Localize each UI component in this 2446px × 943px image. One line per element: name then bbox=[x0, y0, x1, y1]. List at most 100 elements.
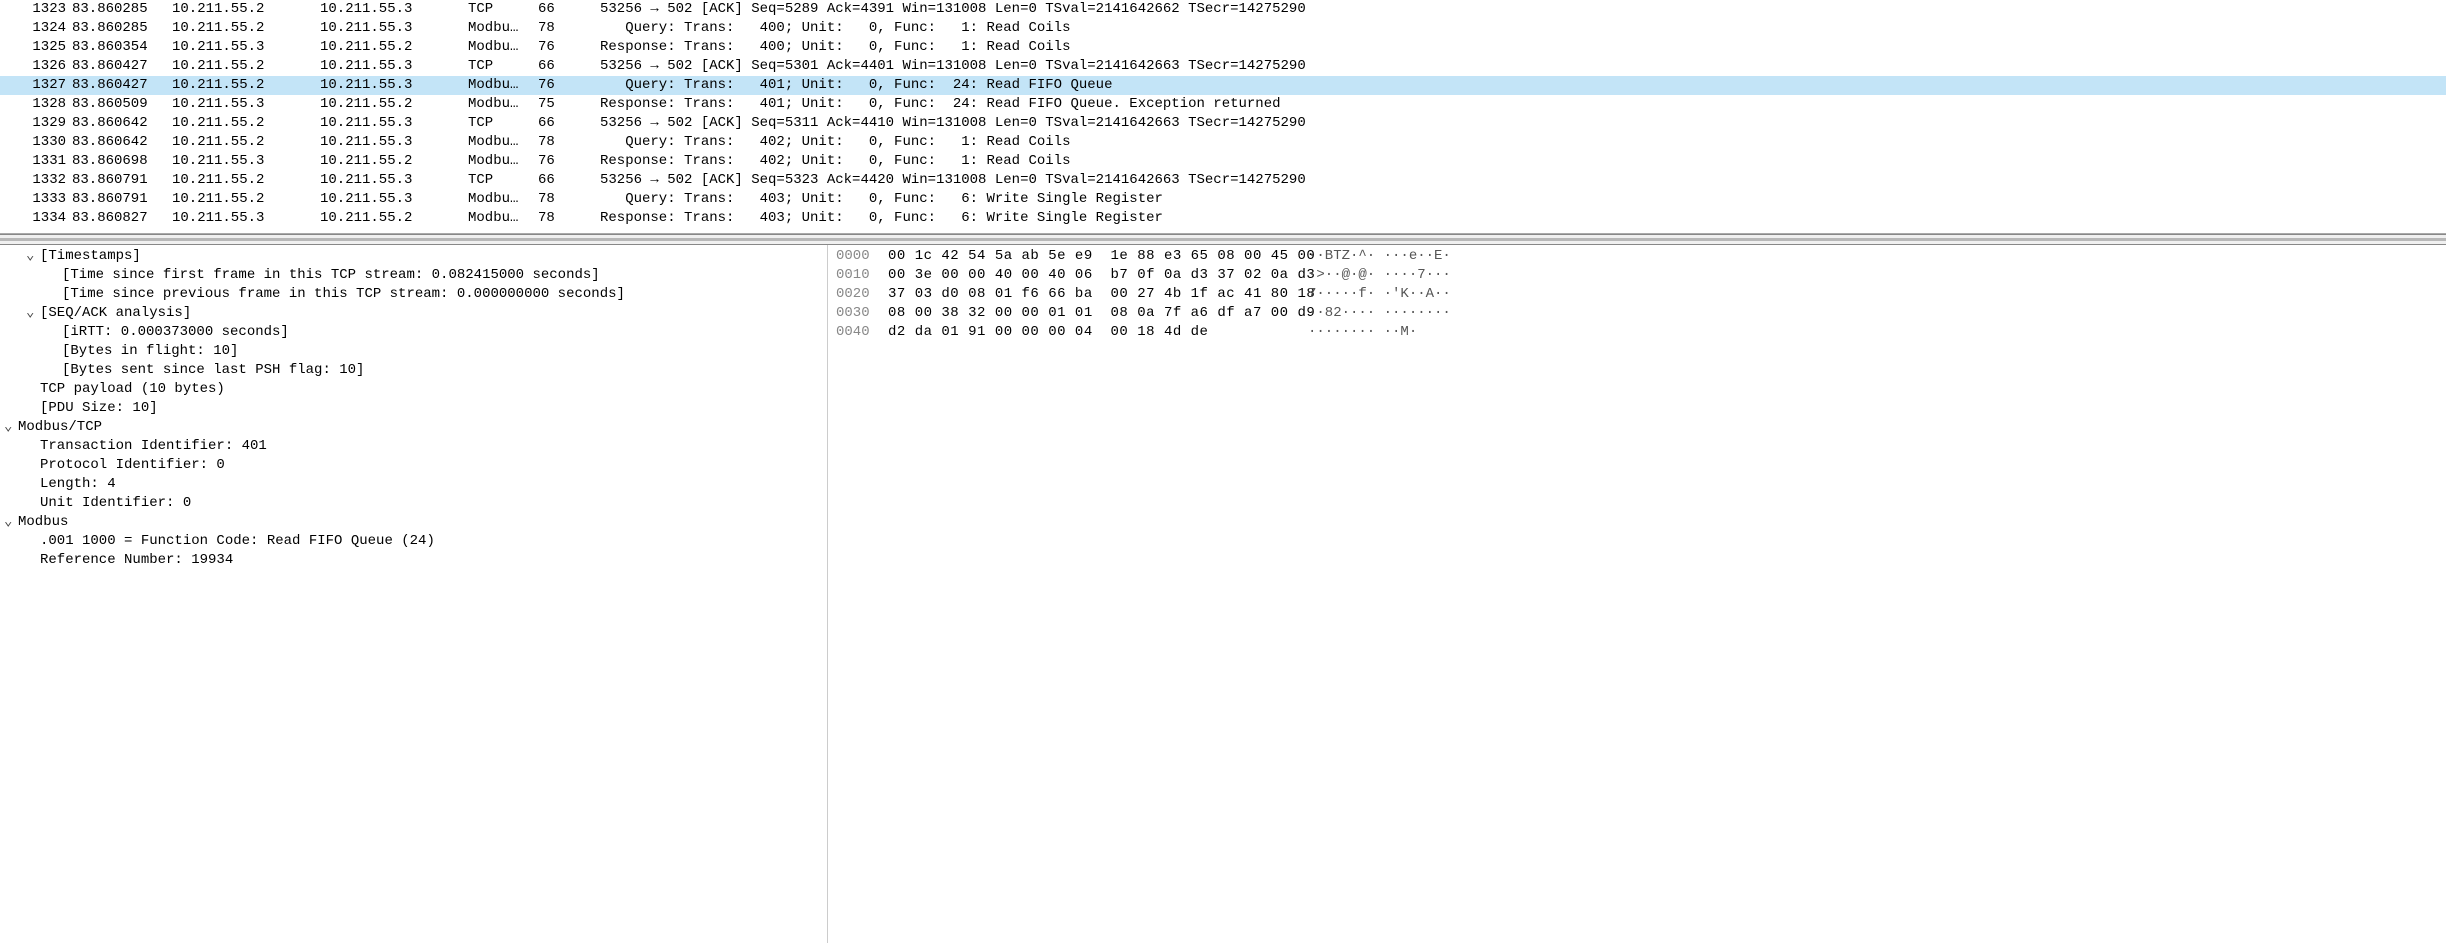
tree-item-label: [PDU Size: 10] bbox=[40, 400, 158, 416]
tree-item[interactable]: Protocol Identifier: 0 bbox=[0, 456, 827, 475]
packet-row[interactable]: 132883.86050910.211.55.310.211.55.2Modbu… bbox=[0, 95, 2446, 114]
packet-destination: 10.211.55.3 bbox=[320, 133, 468, 152]
tree-item[interactable]: .001 1000 = Function Code: Read FIFO Que… bbox=[0, 532, 827, 551]
tree-item[interactable]: [Bytes sent since last PSH flag: 10] bbox=[0, 361, 827, 380]
tree-item-label: .001 1000 = Function Code: Read FIFO Que… bbox=[40, 533, 435, 549]
hex-ascii: ··BTZ·^· ···e··E· bbox=[1308, 247, 1451, 266]
chevron-down-icon[interactable]: ⌄ bbox=[4, 513, 18, 532]
packet-no: 1327 bbox=[6, 76, 72, 95]
packet-no: 1330 bbox=[6, 133, 72, 152]
packet-source: 10.211.55.3 bbox=[172, 209, 320, 228]
packet-destination: 10.211.55.3 bbox=[320, 76, 468, 95]
packet-row[interactable]: 132983.86064210.211.55.210.211.55.3TCP66… bbox=[0, 114, 2446, 133]
hex-row[interactable]: 003008 00 38 32 00 00 01 01 08 0a 7f a6 … bbox=[828, 304, 2446, 323]
packet-row[interactable]: 133083.86064210.211.55.210.211.55.3Modbu… bbox=[0, 133, 2446, 152]
tree-item-label: Length: 4 bbox=[40, 476, 116, 492]
tree-item[interactable]: [Time since previous frame in this TCP s… bbox=[0, 285, 827, 304]
packet-destination: 10.211.55.3 bbox=[320, 171, 468, 190]
tree-item-label: Modbus/TCP bbox=[18, 419, 102, 435]
packet-list[interactable]: 132383.86028510.211.55.210.211.55.3TCP66… bbox=[0, 0, 2446, 234]
hex-bytes: 08 00 38 32 00 00 01 01 08 0a 7f a6 df a… bbox=[888, 304, 1308, 323]
packet-info: 53256 → 502 [ACK] Seq=5323 Ack=4420 Win=… bbox=[600, 171, 2440, 190]
tree-item[interactable]: ⌄Modbus bbox=[0, 513, 827, 532]
chevron-down-icon[interactable]: ⌄ bbox=[26, 247, 40, 266]
packet-no: 1328 bbox=[6, 95, 72, 114]
tree-item-label: Protocol Identifier: 0 bbox=[40, 457, 225, 473]
tree-item-label: [Time since previous frame in this TCP s… bbox=[62, 286, 625, 302]
packet-no: 1323 bbox=[6, 0, 72, 19]
packet-bytes-hex[interactable]: 000000 1c 42 54 5a ab 5e e9 1e 88 e3 65 … bbox=[828, 245, 2446, 943]
packet-row[interactable]: 132583.86035410.211.55.310.211.55.2Modbu… bbox=[0, 38, 2446, 57]
hex-ascii: 7·····f· ·'K··A·· bbox=[1308, 285, 1451, 304]
packet-row[interactable]: 133283.86079110.211.55.210.211.55.3TCP66… bbox=[0, 171, 2446, 190]
packet-info: Response: Trans: 402; Unit: 0, Func: 1: … bbox=[600, 152, 2440, 171]
packet-destination: 10.211.55.3 bbox=[320, 57, 468, 76]
packet-source: 10.211.55.3 bbox=[172, 38, 320, 57]
packet-length: 66 bbox=[538, 171, 600, 190]
packet-row[interactable]: 133483.86082710.211.55.310.211.55.2Modbu… bbox=[0, 209, 2446, 228]
hex-row[interactable]: 0040d2 da 01 91 00 00 00 04 00 18 4d de·… bbox=[828, 323, 2446, 342]
packet-no: 1332 bbox=[6, 171, 72, 190]
packet-protocol: Modbu… bbox=[468, 190, 538, 209]
packet-source: 10.211.55.3 bbox=[172, 152, 320, 171]
tree-item-label: Unit Identifier: 0 bbox=[40, 495, 191, 511]
packet-time: 83.860642 bbox=[72, 114, 172, 133]
packet-row[interactable]: 132483.86028510.211.55.210.211.55.3Modbu… bbox=[0, 19, 2446, 38]
tree-item[interactable]: [Bytes in flight: 10] bbox=[0, 342, 827, 361]
tree-item[interactable]: Reference Number: 19934 bbox=[0, 551, 827, 570]
packet-length: 66 bbox=[538, 0, 600, 19]
packet-details-tree[interactable]: ⌄[Timestamps][Time since first frame in … bbox=[0, 245, 828, 943]
packet-protocol: Modbu… bbox=[468, 38, 538, 57]
packet-row[interactable]: 133383.86079110.211.55.210.211.55.3Modbu… bbox=[0, 190, 2446, 209]
packet-time: 83.860642 bbox=[72, 133, 172, 152]
packet-destination: 10.211.55.3 bbox=[320, 114, 468, 133]
packet-destination: 10.211.55.3 bbox=[320, 19, 468, 38]
tree-item[interactable]: Transaction Identifier: 401 bbox=[0, 437, 827, 456]
tree-item[interactable]: ⌄[SEQ/ACK analysis] bbox=[0, 304, 827, 323]
packet-source: 10.211.55.2 bbox=[172, 171, 320, 190]
tree-item-label: [iRTT: 0.000373000 seconds] bbox=[62, 324, 289, 340]
packet-protocol: Modbu… bbox=[468, 152, 538, 171]
packet-row[interactable]: 132383.86028510.211.55.210.211.55.3TCP66… bbox=[0, 0, 2446, 19]
packet-length: 78 bbox=[538, 190, 600, 209]
packet-time: 83.860791 bbox=[72, 171, 172, 190]
tree-item[interactable]: Unit Identifier: 0 bbox=[0, 494, 827, 513]
hex-ascii: ··82···· ········ bbox=[1308, 304, 1451, 323]
hex-row[interactable]: 001000 3e 00 00 40 00 40 06 b7 0f 0a d3 … bbox=[828, 266, 2446, 285]
tree-item[interactable]: [PDU Size: 10] bbox=[0, 399, 827, 418]
packet-info: 53256 → 502 [ACK] Seq=5301 Ack=4401 Win=… bbox=[600, 57, 2440, 76]
hex-row[interactable]: 000000 1c 42 54 5a ab 5e e9 1e 88 e3 65 … bbox=[828, 247, 2446, 266]
tree-item[interactable]: TCP payload (10 bytes) bbox=[0, 380, 827, 399]
tree-item[interactable]: [Time since first frame in this TCP stre… bbox=[0, 266, 827, 285]
packet-protocol: TCP bbox=[468, 171, 538, 190]
packet-length: 78 bbox=[538, 19, 600, 38]
hex-offset: 0020 bbox=[836, 285, 888, 304]
chevron-down-icon[interactable]: ⌄ bbox=[4, 418, 18, 437]
tree-item[interactable]: [iRTT: 0.000373000 seconds] bbox=[0, 323, 827, 342]
packet-source: 10.211.55.2 bbox=[172, 76, 320, 95]
packet-destination: 10.211.55.3 bbox=[320, 190, 468, 209]
packet-info: Query: Trans: 403; Unit: 0, Func: 6: Wri… bbox=[600, 190, 2440, 209]
packet-row[interactable]: 132683.86042710.211.55.210.211.55.3TCP66… bbox=[0, 57, 2446, 76]
hex-row[interactable]: 002037 03 d0 08 01 f6 66 ba 00 27 4b 1f … bbox=[828, 285, 2446, 304]
packet-time: 83.860791 bbox=[72, 190, 172, 209]
hex-ascii: ········ ··M· bbox=[1308, 323, 1417, 342]
tree-item[interactable]: Length: 4 bbox=[0, 475, 827, 494]
packet-no: 1331 bbox=[6, 152, 72, 171]
packet-time: 83.860509 bbox=[72, 95, 172, 114]
tree-item[interactable]: ⌄Modbus/TCP bbox=[0, 418, 827, 437]
packet-protocol: Modbu… bbox=[468, 76, 538, 95]
pane-divider[interactable] bbox=[0, 234, 2446, 245]
tree-item[interactable]: ⌄[Timestamps] bbox=[0, 247, 827, 266]
tree-item-label: [Time since first frame in this TCP stre… bbox=[62, 267, 600, 283]
tree-item-label: Reference Number: 19934 bbox=[40, 552, 233, 568]
packet-row[interactable]: 132783.86042710.211.55.210.211.55.3Modbu… bbox=[0, 76, 2446, 95]
packet-destination: 10.211.55.2 bbox=[320, 209, 468, 228]
packet-row[interactable]: 133183.86069810.211.55.310.211.55.2Modbu… bbox=[0, 152, 2446, 171]
chevron-down-icon[interactable]: ⌄ bbox=[26, 304, 40, 323]
packet-protocol: TCP bbox=[468, 57, 538, 76]
tree-item-label: [Timestamps] bbox=[40, 248, 141, 264]
hex-offset: 0000 bbox=[836, 247, 888, 266]
packet-length: 76 bbox=[538, 152, 600, 171]
packet-info: Response: Trans: 400; Unit: 0, Func: 1: … bbox=[600, 38, 2440, 57]
